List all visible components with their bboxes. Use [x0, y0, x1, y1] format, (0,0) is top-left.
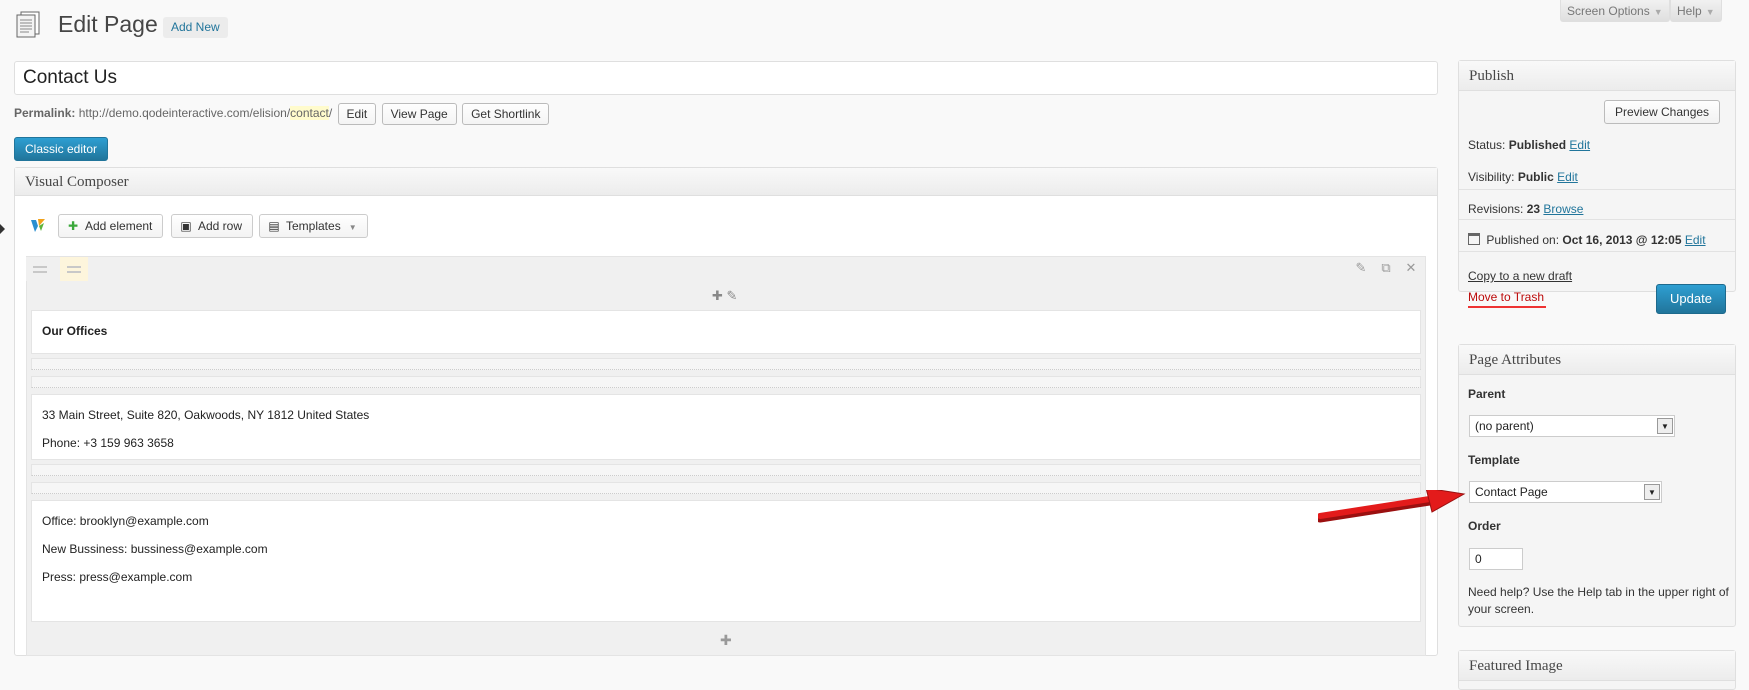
- visual-composer-title: Visual Composer: [15, 168, 1437, 196]
- help-tab[interactable]: Help ▼: [1670, 0, 1722, 22]
- parent-select-value: (no parent): [1475, 419, 1534, 433]
- separator-block[interactable]: [31, 358, 1421, 370]
- publish-title: Publish: [1459, 61, 1735, 91]
- visibility-value: Public: [1517, 170, 1554, 184]
- permalink-slug[interactable]: contact: [290, 106, 329, 121]
- permalink-bar: Permalink: http://demo.qodeinteractive.c…: [14, 103, 550, 125]
- separator-block[interactable]: [31, 482, 1421, 494]
- screen-options-tab[interactable]: Screen Options ▼: [1560, 0, 1670, 22]
- add-new-button[interactable]: Add New: [163, 17, 228, 38]
- published-on-label: Published on:: [1486, 233, 1560, 247]
- featured-image-title: Featured Image: [1459, 651, 1735, 681]
- help-label: Help: [1677, 4, 1702, 18]
- text-block-address[interactable]: 33 Main Street, Suite 820, Oakwoods, NY …: [31, 394, 1421, 460]
- pencil-icon[interactable]: ✎: [1352, 260, 1370, 276]
- revisions-label: Revisions:: [1468, 202, 1524, 216]
- templates-icon: ▤: [268, 219, 280, 233]
- browse-revisions-link[interactable]: Browse: [1543, 202, 1583, 216]
- pages-icon: [15, 10, 43, 38]
- dropdown-arrow-icon: ▼: [1644, 484, 1660, 500]
- row-drag-handle[interactable]: [26, 257, 54, 281]
- separator-block[interactable]: [31, 464, 1421, 476]
- page-attributes-help-text: Need help? Use the Help tab in the upper…: [1468, 585, 1729, 616]
- classic-editor-button[interactable]: Classic editor: [14, 137, 109, 161]
- permalink-label: Permalink:: [14, 106, 76, 121]
- clone-icon[interactable]: ⧉: [1377, 260, 1395, 276]
- caret-down-icon: ▼: [348, 223, 357, 232]
- caret-down-icon: ▼: [1705, 7, 1715, 17]
- published-on-value: Oct 16, 2013 @ 12:05: [1562, 233, 1682, 247]
- parent-label: Parent: [1468, 387, 1506, 401]
- business-email-text: New Bussiness: bussiness@example.com: [42, 542, 268, 556]
- add-element-label: Add element: [85, 219, 153, 233]
- close-icon[interactable]: ✕: [1402, 260, 1420, 276]
- column-layout-handle[interactable]: [60, 257, 88, 281]
- add-element-button[interactable]: ✚ Add element: [58, 214, 164, 238]
- move-to-trash-link[interactable]: Move to Trash: [1468, 290, 1544, 304]
- plus-icon[interactable]: ✚: [712, 288, 723, 303]
- press-email-text: Press: press@example.com: [42, 570, 193, 584]
- add-row-button[interactable]: ▣ Add row: [171, 214, 254, 238]
- edit-status-link[interactable]: Edit: [1569, 138, 1590, 152]
- edit-visibility-link[interactable]: Edit: [1557, 170, 1578, 184]
- order-input[interactable]: 0: [1469, 548, 1523, 570]
- page-attributes-title: Page Attributes: [1459, 345, 1735, 375]
- templates-label: Templates: [286, 219, 341, 233]
- text-block-contacts[interactable]: Office: brooklyn@example.com New Bussine…: [31, 500, 1421, 622]
- address-text: 33 Main Street, Suite 820, Oakwoods, NY …: [42, 408, 370, 422]
- visibility-label: Visibility:: [1468, 170, 1515, 184]
- our-offices-heading: Our Offices: [42, 324, 108, 338]
- order-label: Order: [1468, 519, 1501, 533]
- visibility-row: Visibility: Public Edit: [1468, 170, 1578, 184]
- revisions-row: Revisions: 23 Browse: [1468, 202, 1583, 216]
- status-row: Status: Published Edit: [1468, 138, 1590, 152]
- status-value: Published: [1508, 138, 1567, 152]
- annotation-arrow-icon: [1315, 487, 1468, 533]
- phone-text: Phone: +3 159 963 3658: [42, 436, 174, 450]
- office-email-text: Office: brooklyn@example.com: [42, 514, 209, 528]
- page-title: Edit Page: [58, 11, 158, 37]
- add-row-label: Add row: [198, 219, 243, 233]
- vc-logo-icon: [30, 217, 46, 233]
- pencil-icon[interactable]: ✎: [727, 288, 738, 303]
- text-block-heading[interactable]: Our Offices: [31, 310, 1421, 354]
- separator-block[interactable]: [31, 376, 1421, 388]
- add-element-plus-icon[interactable]: ✚: [720, 632, 732, 649]
- parent-select[interactable]: (no parent) ▼: [1469, 415, 1675, 437]
- row-icon: ▣: [180, 219, 192, 233]
- dropdown-arrow-icon: ▼: [1657, 418, 1673, 434]
- permalink-trailing: /: [328, 106, 333, 121]
- preview-changes-button[interactable]: Preview Changes: [1604, 100, 1721, 124]
- template-select-value: Contact Page: [1475, 485, 1548, 499]
- caret-down-icon: ▼: [1653, 7, 1663, 17]
- update-button[interactable]: Update: [1656, 284, 1726, 314]
- published-on-row: Published on: Oct 16, 2013 @ 12:05 Edit: [1468, 233, 1706, 247]
- revisions-value: 23: [1526, 202, 1541, 216]
- template-label: Template: [1468, 453, 1520, 467]
- screen-options-label: Screen Options: [1567, 4, 1650, 18]
- get-shortlink-button[interactable]: Get Shortlink: [462, 103, 550, 125]
- plus-icon: ✚: [67, 219, 79, 233]
- status-label: Status:: [1468, 138, 1506, 152]
- view-page-button[interactable]: View Page: [381, 103, 457, 125]
- calendar-icon: [1468, 233, 1480, 245]
- column-controls[interactable]: ✚ ✎: [712, 288, 737, 304]
- edit-date-link[interactable]: Edit: [1685, 233, 1706, 247]
- collapse-arrow-icon: [0, 224, 5, 234]
- trash-highlight-underline: [1468, 306, 1546, 308]
- featured-image-box: Featured Image: [1458, 650, 1736, 690]
- edit-permalink-button[interactable]: Edit: [337, 103, 377, 125]
- permalink-base: http://demo.qodeinteractive.com/elision/: [78, 106, 291, 121]
- copy-draft-link[interactable]: Copy to a new draft: [1468, 269, 1572, 283]
- post-title-input[interactable]: Contact Us: [14, 61, 1438, 95]
- template-select[interactable]: Contact Page ▼: [1469, 481, 1662, 503]
- templates-button[interactable]: ▤ Templates ▼: [259, 214, 368, 238]
